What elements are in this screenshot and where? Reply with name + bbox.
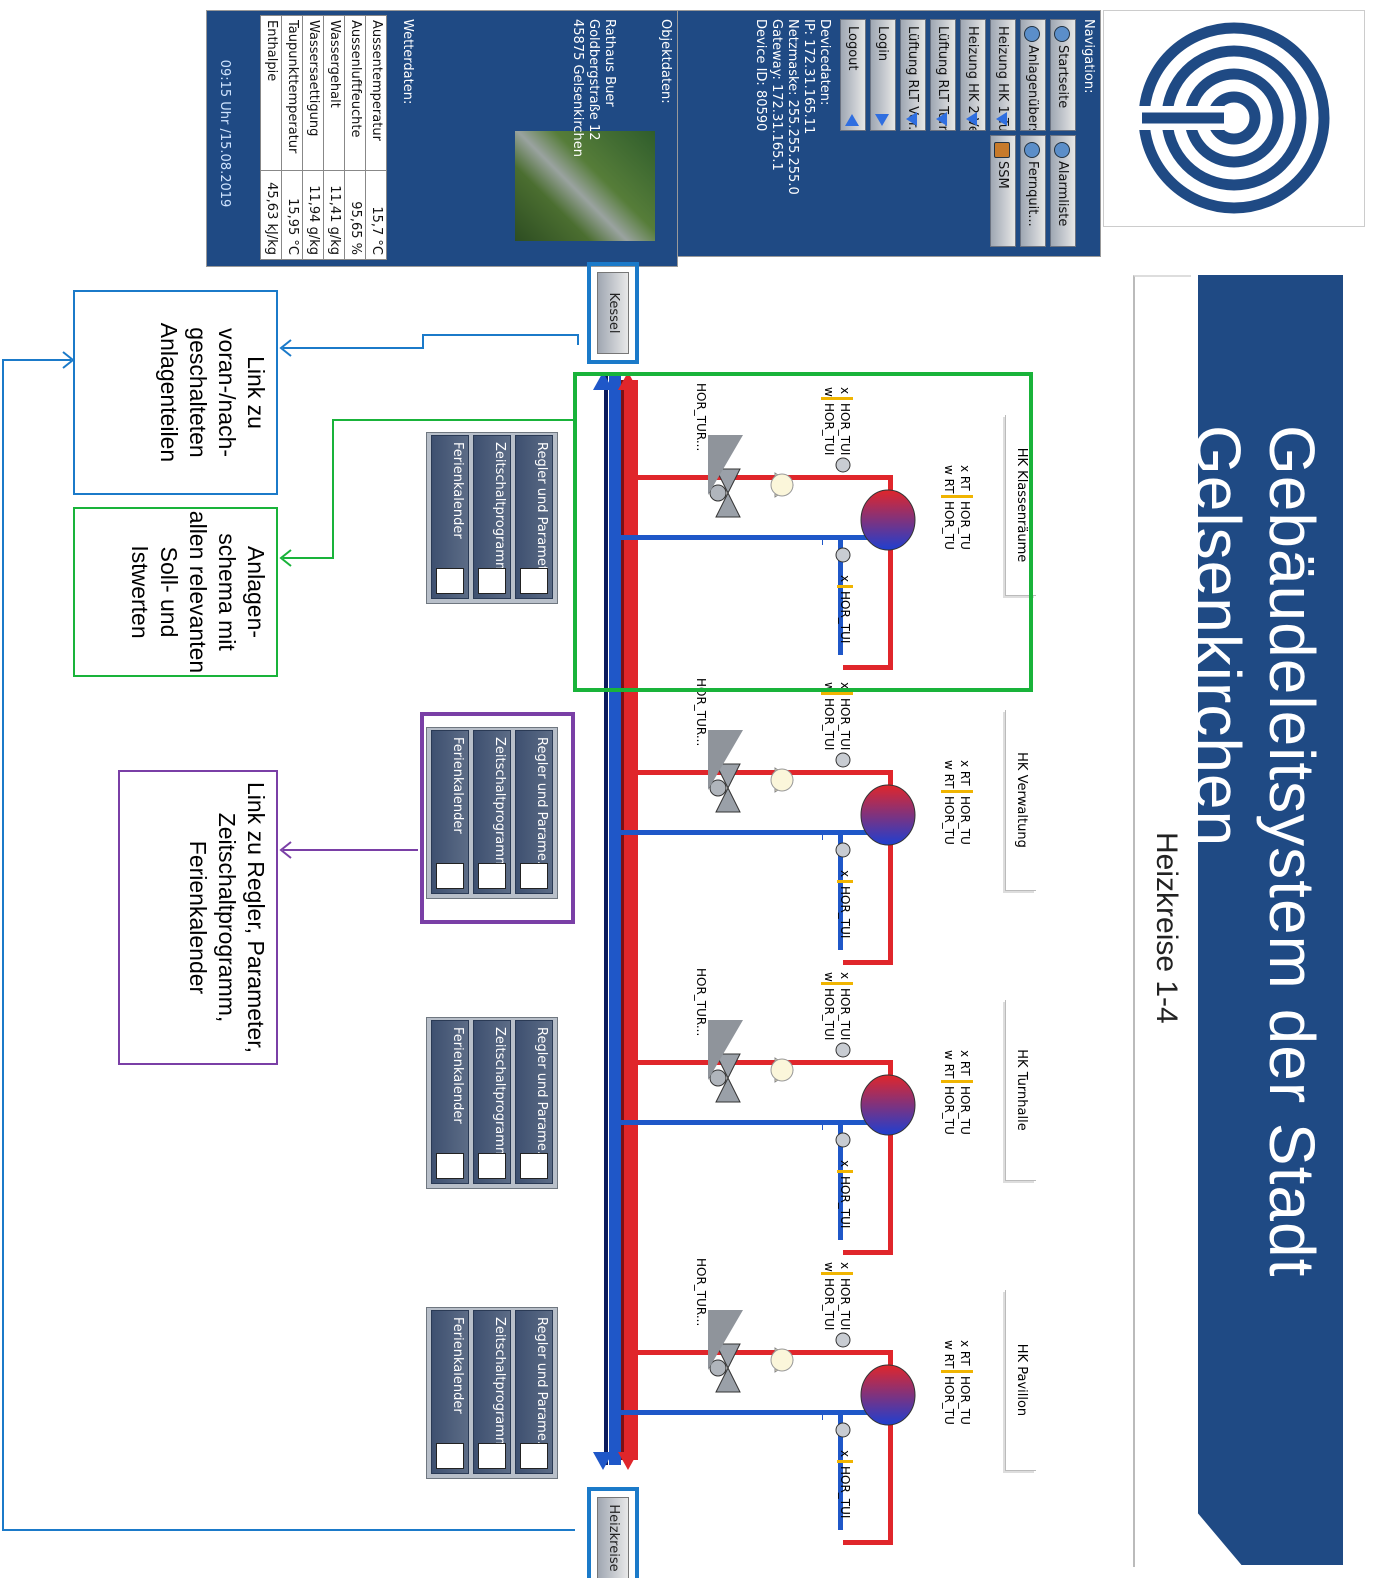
supply-pipe: [638, 1060, 893, 1065]
temp-sensor-icon: [835, 1332, 851, 1348]
supply-pipe: [638, 770, 893, 775]
pump-icon: [770, 1058, 794, 1082]
valve-label: HOR_TUR...: [694, 968, 708, 1037]
radiator: [860, 1364, 916, 1426]
calendar-icon: [478, 568, 506, 594]
control-box: Regler und Parame... Zeitschaltprogramm Fe…: [426, 1017, 558, 1189]
circuit-title: HK Verwaltung: [1005, 710, 1036, 891]
envelope-icon: [520, 568, 548, 594]
ferien-button[interactable]: Ferienkalender: [431, 1310, 469, 1474]
room-values: x RTHOR_TU w RTHOR_TU: [941, 1340, 973, 1425]
kessel-link-button[interactable]: Kessel: [593, 246, 633, 380]
room-values: x RTHOR_TU w RTHOR_TU: [941, 760, 973, 845]
return-pipe: [822, 1125, 823, 1130]
zeitschalt-button[interactable]: Zeitschaltprogramm: [473, 435, 511, 599]
return-pipe: [621, 1410, 893, 1415]
calendar-icon: [478, 1443, 506, 1469]
pump-icon: [770, 1348, 794, 1372]
callout-schema: Anlagen-schema mit allen relevanten Soll…: [73, 507, 278, 677]
envelope-icon: [520, 1153, 548, 1179]
screen-stage: Gebäudeleitsystem der Stadt Gelsenkirche…: [0, 0, 1373, 1578]
valve-label: HOR_TUR...: [694, 1258, 708, 1327]
supply-pipe: [843, 960, 893, 965]
return-pipe: [822, 835, 823, 840]
calendar-icon: [436, 1443, 464, 1469]
supply-pipe: [638, 1350, 893, 1355]
heizkreise-link-button[interactable]: Heizkreise: [593, 1471, 633, 1578]
ferien-button[interactable]: Ferienkalender: [431, 435, 469, 599]
temp-sensor-icon: [835, 1042, 851, 1058]
return-pipe: [621, 1120, 893, 1125]
regler-button[interactable]: Regler und Parameter: [515, 435, 553, 599]
supply-values: xHOR_TUI wHOR_TUI: [821, 972, 853, 1041]
calendar-icon: [436, 1153, 464, 1179]
zeitschalt-button[interactable]: Zeitschaltprogramm: [473, 1310, 511, 1474]
temp-sensor-icon: [835, 1132, 851, 1148]
schema-highlight: [573, 372, 1033, 692]
circuit-title: HK Pavillon: [1005, 1290, 1036, 1471]
controls-highlight: [420, 712, 575, 924]
return-values: xHOR_TUI: [837, 1160, 853, 1229]
regler-button[interactable]: Regler und Parame...: [515, 1310, 553, 1474]
return-pipe: [621, 830, 893, 835]
regler-button[interactable]: Regler und Parame...: [515, 1020, 553, 1184]
envelope-icon: [520, 1443, 548, 1469]
pump-icon: [770, 768, 794, 792]
callout-regler: Link zu Regler, Parameter, Zeitschaltpro…: [118, 770, 278, 1065]
control-box: Regler und Parame... Zeitschaltprogramm Fe…: [426, 1307, 558, 1479]
calendar-icon: [478, 1153, 506, 1179]
supply-values: xHOR_TUI wHOR_TUI: [821, 1262, 853, 1331]
radiator: [860, 784, 916, 846]
circuit-title: HK Turnhalle: [1005, 1000, 1036, 1181]
supply-values: xHOR_TUI wHOR_TUI: [821, 682, 853, 751]
zeitschalt-button[interactable]: Zeitschaltprogramm: [473, 1020, 511, 1184]
supply-pipe: [843, 1250, 893, 1255]
supply-pipe: [843, 1540, 893, 1545]
callout-link: Link zu voran-/nach-geschalteten Anlagen…: [73, 290, 278, 495]
ferien-button[interactable]: Ferienkalender: [431, 1020, 469, 1184]
temp-sensor-icon: [835, 842, 851, 858]
control-box: Regler und Parameter Zeitschaltprogramm Fe…: [426, 432, 558, 604]
radiator: [860, 1074, 916, 1136]
temp-sensor-icon: [835, 1422, 851, 1438]
return-pipe: [822, 1415, 823, 1420]
room-values: x RTHOR_TU w RTHOR_TU: [941, 1050, 973, 1135]
temp-sensor-icon: [835, 752, 851, 768]
return-values: xHOR_TUI: [837, 870, 853, 939]
return-values: xHOR_TUI: [837, 1450, 853, 1519]
calendar-icon: [436, 568, 464, 594]
